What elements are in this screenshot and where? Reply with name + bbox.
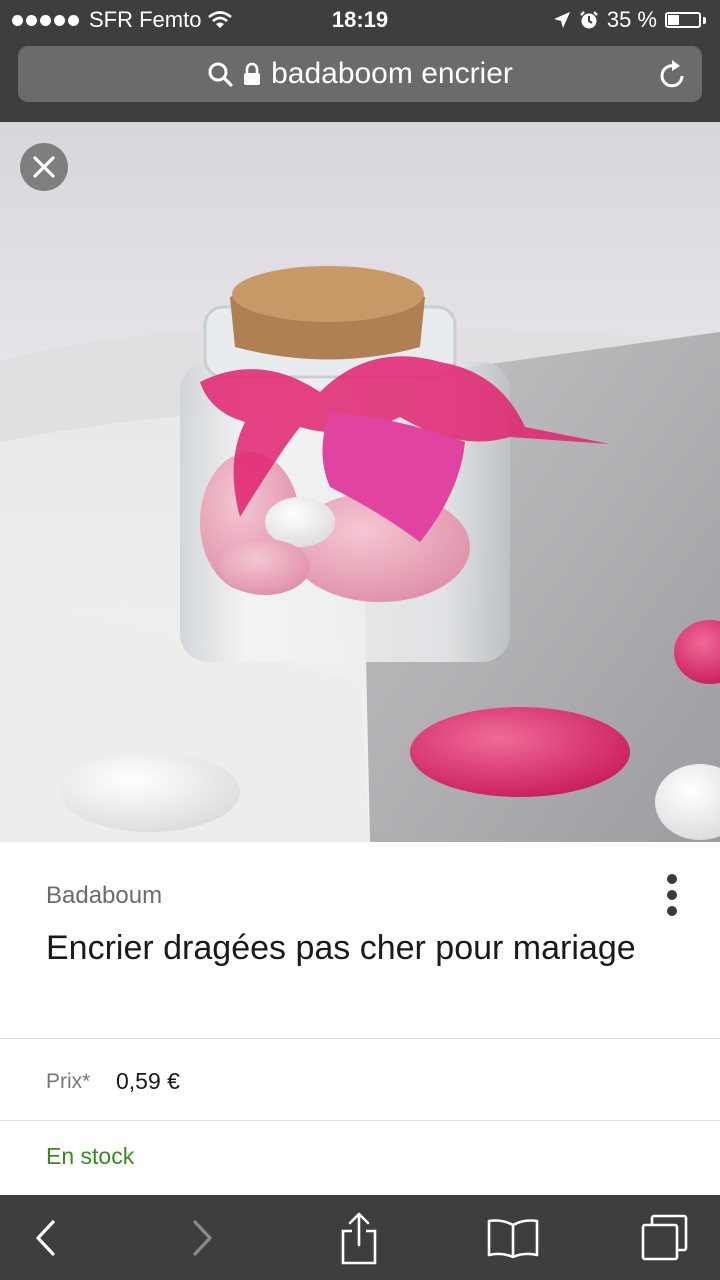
- status-bar: SFR Femto 18:19 35 %: [0, 0, 720, 40]
- alarm-icon: [579, 11, 598, 29]
- close-icon: [33, 156, 55, 178]
- divider: [0, 1038, 720, 1039]
- divider: [0, 1120, 720, 1121]
- product-image[interactable]: [0, 122, 720, 842]
- bookmarks-icon: [487, 1218, 539, 1258]
- tabs-button[interactable]: [620, 1195, 710, 1280]
- tabs-icon: [641, 1214, 688, 1260]
- price-value: 0,59 €: [116, 1068, 180, 1094]
- status-right: 35 %: [553, 7, 706, 33]
- reload-icon[interactable]: [658, 58, 688, 90]
- forward-button[interactable]: [158, 1195, 248, 1280]
- url-text[interactable]: badaboom encrier: [271, 57, 513, 91]
- more-options-button[interactable]: [658, 874, 686, 916]
- bottom-toolbar: [0, 1195, 720, 1280]
- back-button[interactable]: [0, 1195, 90, 1280]
- back-icon: [36, 1219, 55, 1256]
- more-vert-icon: [658, 874, 686, 916]
- browser-chrome: badaboom encrier: [0, 40, 720, 122]
- address-content[interactable]: badaboom encrier: [18, 46, 702, 102]
- battery-percent: 35 %: [606, 7, 657, 32]
- lock-icon: [244, 62, 261, 85]
- location-arrow-icon: [553, 12, 570, 28]
- share-button[interactable]: [314, 1195, 404, 1280]
- battery-tip: [703, 16, 706, 24]
- battery-icon: [665, 12, 701, 28]
- price-label: Prix*: [46, 1070, 91, 1093]
- battery-fill: [668, 15, 679, 25]
- search-icon: [208, 62, 233, 87]
- product-photo-illustration: [0, 122, 720, 842]
- stock-status: En stock: [46, 1143, 135, 1169]
- address-bar[interactable]: badaboom encrier: [18, 46, 702, 102]
- product-title[interactable]: Encrier dragées pas cher pour mariage: [46, 922, 646, 975]
- share-icon: [341, 1212, 377, 1264]
- product-brand[interactable]: Badaboum: [46, 882, 162, 910]
- bookmarks-button[interactable]: [468, 1195, 558, 1280]
- close-button[interactable]: [20, 143, 68, 191]
- forward-icon: [193, 1219, 212, 1256]
